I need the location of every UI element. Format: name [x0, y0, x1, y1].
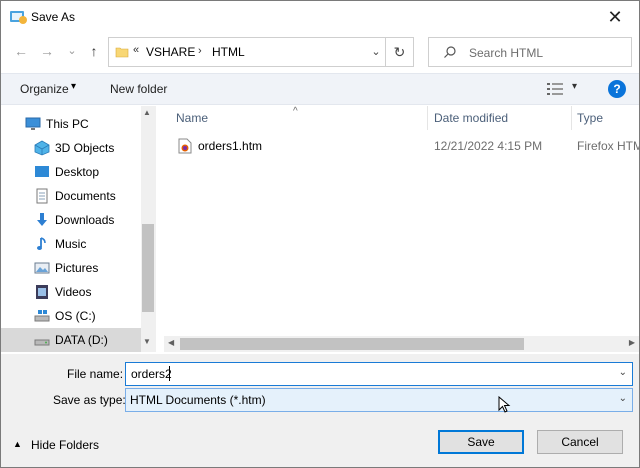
address-bar[interactable]: « VSHARE › HTML ⌄ ↻ — [108, 37, 414, 67]
search-icon — [444, 46, 456, 58]
monitor-icon — [25, 117, 41, 130]
file-type: Firefox HTM — [577, 139, 639, 153]
pictures-icon — [34, 262, 50, 274]
sidebar-item-label: Desktop — [55, 165, 100, 179]
file-name-input[interactable]: orders2 ⌄ — [125, 362, 633, 386]
sidebar-item-label: DATA (D:) — [55, 333, 108, 347]
window-title: Save As — [31, 10, 76, 24]
sidebar-item-label: This PC — [46, 117, 89, 131]
organize-button[interactable]: Organize — [20, 82, 69, 96]
column-header-label: Name — [176, 111, 209, 125]
cancel-button-label: Cancel — [561, 435, 599, 449]
videos-icon — [36, 285, 48, 299]
view-options-caret[interactable]: ▾ — [572, 81, 577, 92]
breadcrumb-vshare[interactable]: VSHARE — [146, 45, 195, 59]
command-toolbar: Organize ▾ New folder ▾ ? — [1, 73, 639, 105]
sidebar-item-this-pc[interactable]: This PC — [1, 112, 141, 136]
drive-icon — [34, 339, 50, 346]
help-button[interactable]: ? — [608, 80, 626, 98]
breadcrumb-separator[interactable]: › — [198, 45, 202, 57]
save-button[interactable]: Save — [438, 430, 524, 454]
breadcrumb-overflow[interactable]: « — [133, 44, 139, 56]
sidebar-item-label: Documents — [55, 189, 116, 203]
sidebar-item-label: Music — [55, 237, 87, 251]
close-button[interactable]: ✕ — [605, 7, 625, 27]
sidebar-item-label: 3D Objects — [55, 141, 115, 155]
file-list: Name ^ Date modified Type orders1.htm 12… — [164, 106, 639, 352]
file-row[interactable]: orders1.htm 12/21/2022 4:15 PM Firefox H… — [164, 134, 639, 158]
sidebar-item-label: OS (C:) — [55, 309, 96, 323]
sidebar-item-os-c[interactable]: OS (C:) — [1, 304, 141, 328]
organize-caret[interactable]: ▾ — [71, 81, 76, 92]
cancel-button[interactable]: Cancel — [537, 430, 623, 454]
scroll-left-arrow[interactable]: ◀ — [168, 338, 174, 347]
save-form: File name: orders2 ⌄ Save as type: HTML … — [1, 354, 639, 467]
forward-button[interactable]: → — [39, 43, 55, 59]
chevron-up-icon: ▲ — [13, 439, 22, 449]
download-icon — [37, 213, 47, 226]
column-header-date-modified[interactable]: Date modified — [422, 106, 572, 130]
file-name-dropdown-button[interactable]: ⌄ — [619, 367, 627, 378]
title-bar: Save As ✕ — [1, 1, 639, 33]
documents-icon — [36, 188, 48, 204]
sidebar-item-label: Downloads — [55, 213, 115, 227]
search-placeholder: Search HTML — [469, 46, 544, 60]
scroll-right-arrow[interactable]: ▶ — [629, 338, 635, 347]
folder-icon — [115, 47, 129, 58]
sidebar-item-data-d[interactable]: DATA (D:) — [1, 328, 141, 352]
app-icon — [10, 11, 27, 24]
save-as-type-dropdown-button[interactable]: ⌄ — [619, 393, 627, 404]
scroll-thumb[interactable] — [180, 338, 524, 350]
cube-icon — [34, 140, 50, 156]
sidebar-item-desktop[interactable]: Desktop — [1, 160, 141, 184]
back-button[interactable]: ← — [13, 43, 29, 59]
sidebar-item-3d-objects[interactable]: 3D Objects — [1, 136, 141, 160]
refresh-button[interactable]: ↻ — [385, 38, 413, 66]
sidebar-item-documents[interactable]: Documents — [1, 184, 141, 208]
breadcrumb-html[interactable]: HTML — [212, 45, 245, 59]
sort-ascending-icon: ^ — [293, 106, 298, 117]
view-options-icon[interactable] — [546, 82, 564, 96]
new-folder-button[interactable]: New folder — [110, 82, 167, 96]
sidebar-item-label: Pictures — [55, 261, 99, 275]
file-date-modified: 12/21/2022 4:15 PM — [434, 139, 543, 153]
navigation-bar: ← → ⌄ ↑ « VSHARE › HTML ⌄ ↻ Search HTML — [1, 35, 639, 69]
navigation-pane: This PC 3D Objects Desktop Documents Dow… — [1, 106, 156, 352]
scroll-up-arrow[interactable]: ▲ — [143, 108, 151, 117]
save-as-type-select[interactable]: HTML Documents (*.htm) ⌄ — [125, 388, 633, 412]
column-header-type[interactable]: Type — [565, 106, 639, 130]
sidebar-scrollbar[interactable]: ▲ ▼ — [141, 106, 156, 352]
text-caret — [169, 366, 170, 381]
drive-icon — [34, 310, 50, 322]
search-box[interactable]: Search HTML — [428, 37, 632, 67]
html-file-icon — [178, 138, 192, 154]
sidebar-item-pictures[interactable]: Pictures — [1, 256, 141, 280]
scroll-thumb[interactable] — [142, 224, 154, 312]
save-button-label: Save — [467, 435, 495, 449]
file-name-label: File name: — [67, 367, 124, 381]
column-header-label: Type — [577, 111, 604, 125]
column-header-name[interactable]: Name ^ — [164, 106, 428, 130]
mouse-pointer-icon — [498, 396, 511, 413]
sidebar-item-videos[interactable]: Videos — [1, 280, 141, 304]
sidebar-item-label: Videos — [55, 285, 92, 299]
up-button[interactable]: ↑ — [86, 43, 102, 59]
horizontal-scrollbar[interactable]: ◀ ▶ — [164, 336, 639, 352]
address-dropdown-button[interactable]: ⌄ — [369, 44, 383, 60]
hide-folders-label: Hide Folders — [31, 438, 100, 452]
column-header-label: Date modified — [434, 111, 509, 125]
save-as-type-value: HTML Documents (*.htm) — [130, 393, 266, 407]
file-name-value: orders2 — [131, 367, 172, 381]
sidebar-item-music[interactable]: Music — [1, 232, 141, 256]
desktop-icon — [35, 166, 49, 177]
save-as-dialog: Save As ✕ ← → ⌄ ↑ « VSHARE › HTML ⌄ ↻ Se… — [0, 0, 640, 468]
music-icon — [37, 237, 46, 250]
sidebar-item-downloads[interactable]: Downloads — [1, 208, 141, 232]
scroll-down-arrow[interactable]: ▼ — [143, 337, 151, 346]
file-name: orders1.htm — [198, 139, 263, 153]
save-as-type-label: Save as type: — [53, 393, 126, 407]
recent-locations-button[interactable]: ⌄ — [64, 43, 80, 59]
